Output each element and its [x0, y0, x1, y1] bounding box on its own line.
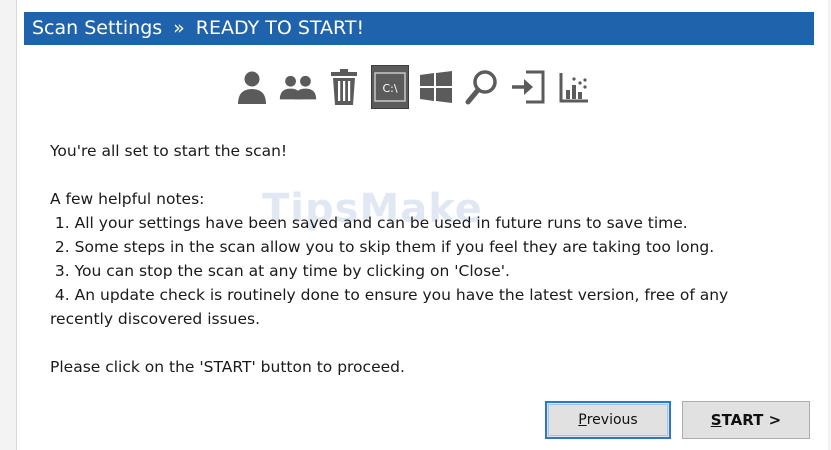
command-prompt-label: C:\: [382, 82, 397, 95]
windows-icon: [420, 71, 452, 103]
start-mnemonic: S: [710, 411, 722, 429]
user-icon: [238, 71, 266, 104]
windows-step-button[interactable]: [417, 65, 455, 109]
login-icon: [512, 70, 545, 104]
user-step-button[interactable]: [233, 65, 271, 109]
note-item-continuation: recently discovered issues.: [50, 310, 261, 328]
command-prompt-icon: C:\: [374, 72, 406, 102]
closing-text: Please click on the 'START' button to pr…: [50, 358, 405, 376]
intro-text: You're all set to start the scan!: [50, 142, 288, 160]
note-item: 2. Some steps in the scan allow you to s…: [50, 238, 715, 256]
previous-mnemonic: P: [578, 412, 587, 428]
cleanup-step-button[interactable]: [325, 65, 363, 109]
note-item: 1. All your settings have been saved and…: [50, 214, 688, 232]
header-separator: »: [173, 17, 185, 39]
search-icon: [465, 70, 497, 105]
note-item: 4. An update check is routinely done to …: [50, 286, 729, 304]
header-section: Scan Settings: [32, 17, 163, 39]
users-step-button[interactable]: [279, 65, 317, 109]
start-button[interactable]: S TART >: [682, 401, 810, 439]
note-item: 3. You can stop the scan at any time by …: [50, 262, 510, 280]
header-status: READY TO START!: [195, 17, 365, 39]
previous-button[interactable]: Previous: [545, 401, 671, 439]
notes-heading: A few helpful notes:: [50, 190, 205, 208]
header-bar: Scan Settings » READY TO START!: [24, 12, 814, 45]
step-toolbar: C:\: [233, 64, 593, 110]
previous-label: revious: [586, 412, 638, 428]
report-step-button[interactable]: [555, 65, 593, 109]
trash-icon: [331, 69, 357, 105]
login-step-button[interactable]: [509, 65, 547, 109]
command-step-button[interactable]: C:\: [371, 65, 409, 109]
chart-icon: [559, 73, 588, 103]
message-body: You're all set to start the scan! A few …: [50, 139, 790, 379]
search-step-button[interactable]: [463, 65, 501, 109]
start-label: TART >: [721, 411, 782, 429]
window-left-edge: [0, 0, 16, 450]
users-icon: [279, 75, 317, 100]
